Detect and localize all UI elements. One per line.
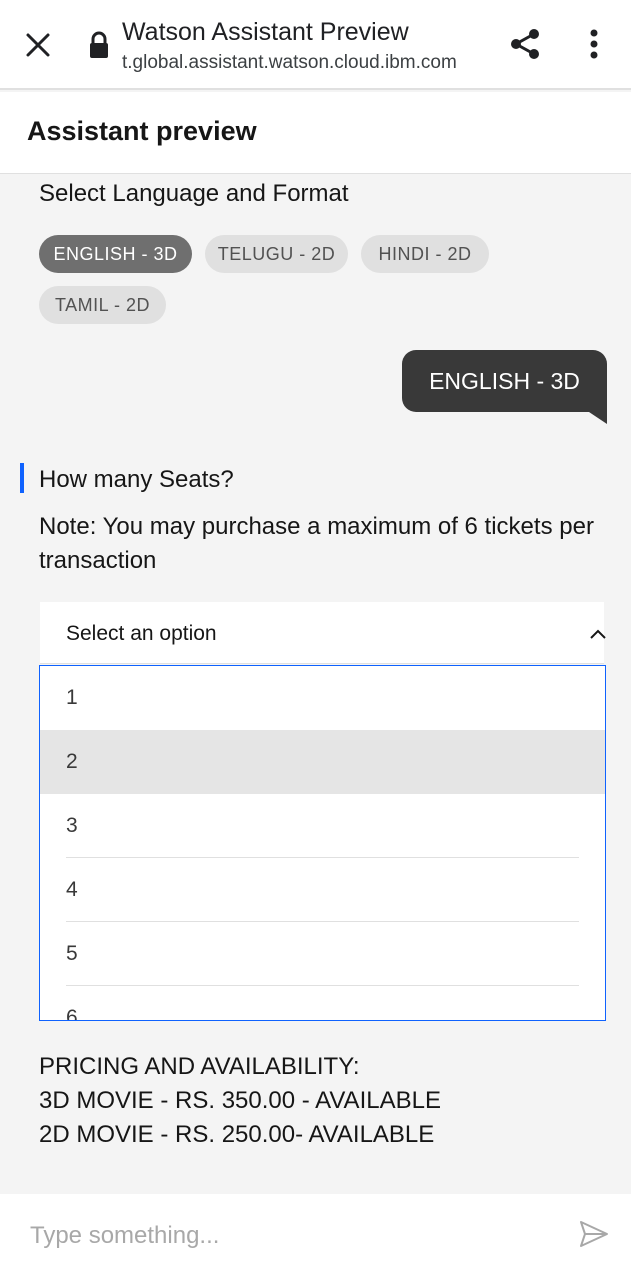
- share-icon: [511, 29, 539, 59]
- dropdown-option-label: 2: [66, 750, 78, 773]
- close-button[interactable]: [22, 27, 54, 63]
- language-prompt: Select Language and Format: [39, 180, 349, 207]
- option-chip-telugu-2d[interactable]: TELUGU - 2D: [205, 235, 348, 273]
- dropdown-option-label: 1: [66, 686, 78, 709]
- message-input-bar: [0, 1194, 631, 1280]
- dropdown-option-3[interactable]: 3: [40, 794, 605, 858]
- dropdown-option-label: 3: [66, 814, 78, 837]
- dropdown-option-2[interactable]: 2: [40, 730, 605, 794]
- send-icon: [580, 1221, 608, 1247]
- browser-top-bar: Watson Assistant Preview t.global.assist…: [0, 0, 631, 90]
- chevron-up-icon: [586, 624, 610, 644]
- dropdown-option-4[interactable]: 4: [40, 858, 605, 922]
- page-url[interactable]: t.global.assistant.watson.cloud.ibm.com: [122, 52, 457, 74]
- page-title: Watson Assistant Preview: [122, 18, 409, 46]
- dropdown-option-label: 4: [66, 878, 78, 901]
- bot-question: How many Seats?: [39, 466, 234, 493]
- share-button[interactable]: [505, 24, 545, 64]
- option-chip-hindi-2d[interactable]: HINDI - 2D: [361, 235, 489, 273]
- assistant-header: Assistant preview: [0, 92, 631, 174]
- message-input[interactable]: [18, 1214, 558, 1258]
- user-message-bubble: ENGLISH - 3D: [402, 350, 607, 412]
- pricing-2d-line: 2D MOVIE - RS. 250.00- AVAILABLE: [39, 1121, 435, 1148]
- option-chip-english-3d[interactable]: ENGLISH - 3D: [39, 235, 192, 273]
- close-icon: [26, 33, 50, 57]
- option-chip-tamil-2d[interactable]: TAMIL - 2D: [39, 286, 166, 324]
- dropdown-option-list[interactable]: 1 2 3 4 5 6: [39, 665, 606, 1021]
- chat-area[interactable]: Select Language and Format ENGLISH - 3D …: [0, 174, 631, 1194]
- pricing-info: PRICING AND AVAILABILITY: 3D MOVIE - RS.…: [39, 1050, 441, 1152]
- assistant-title: Assistant preview: [27, 116, 257, 146]
- send-button[interactable]: [574, 1214, 614, 1254]
- pricing-3d-line: 3D MOVIE - RS. 350.00 - AVAILABLE: [39, 1087, 441, 1114]
- more-vertical-icon: [590, 29, 598, 59]
- more-options-button[interactable]: [578, 24, 610, 64]
- bot-message-indicator: [20, 463, 24, 493]
- dropdown-option-6[interactable]: 6: [40, 986, 605, 1021]
- seat-count-dropdown[interactable]: Select an option: [40, 602, 606, 664]
- bot-note: Note: You may purchase a maximum of 6 ti…: [39, 513, 594, 574]
- dropdown-option-5[interactable]: 5: [40, 922, 605, 986]
- dropdown-option-1[interactable]: 1: [40, 666, 605, 730]
- pricing-heading: PRICING AND AVAILABILITY:: [39, 1053, 360, 1080]
- lock-icon: [90, 31, 108, 58]
- dropdown-option-label: 6: [66, 1006, 78, 1021]
- dropdown-placeholder: Select an option: [66, 622, 217, 645]
- bubble-tail: [589, 412, 607, 424]
- dropdown-option-label: 5: [66, 942, 78, 965]
